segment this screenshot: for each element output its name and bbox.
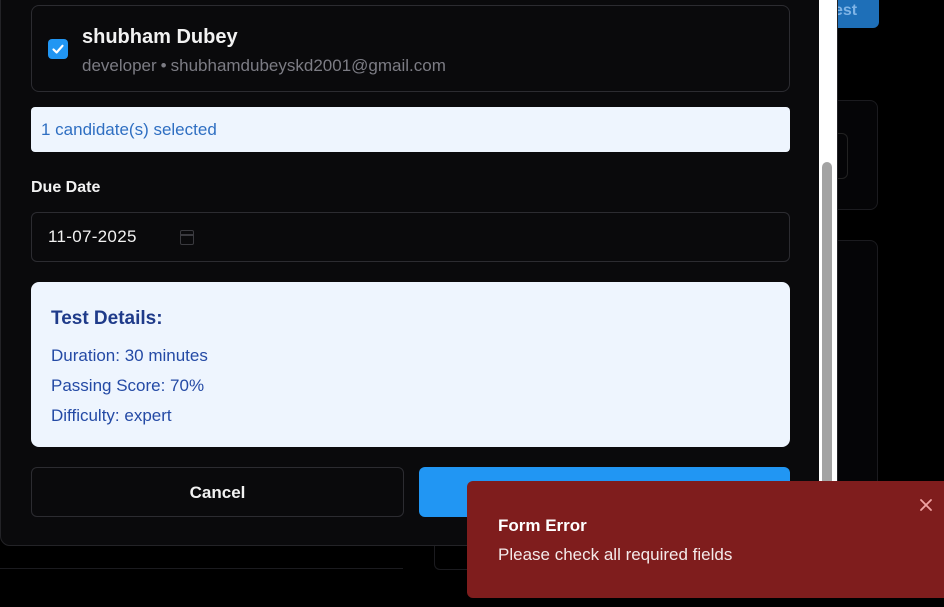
due-date-value: 11-07-2025 bbox=[48, 227, 137, 246]
test-difficulty: Difficulty: expert bbox=[51, 406, 172, 425]
cancel-button[interactable]: Cancel bbox=[31, 467, 404, 517]
toast-title: Form Error bbox=[498, 516, 587, 535]
selection-summary: 1 candidate(s) selected bbox=[31, 107, 790, 152]
due-date-input[interactable]: 11-07-2025 bbox=[31, 212, 790, 262]
candidate-name: shubham Dubey bbox=[82, 26, 238, 48]
test-details-card: Test Details: Duration: 30 minutes Passi… bbox=[31, 282, 790, 447]
calendar-icon[interactable] bbox=[180, 230, 194, 245]
background-divider bbox=[0, 568, 403, 569]
assign-test-modal: shubham Dubey developer • shubhamdubeyskd2… bbox=[0, 0, 838, 546]
test-duration: Duration: 30 minutes bbox=[51, 346, 208, 365]
separator-dot: • bbox=[160, 56, 167, 75]
scrollbar-track[interactable] bbox=[819, 0, 837, 545]
screen: est shubham Dubey developer • shubhamdubey… bbox=[0, 0, 944, 607]
error-toast: Form Error Please check all required fie… bbox=[467, 481, 944, 598]
candidate-email: shubhamdubeyskd2001@gmail.com bbox=[170, 56, 446, 75]
toast-message: Please check all required fields bbox=[498, 545, 733, 564]
candidate-role: developer bbox=[82, 56, 157, 75]
close-icon[interactable] bbox=[915, 495, 937, 517]
test-details-title: Test Details: bbox=[51, 308, 163, 329]
candidate-details: developer • shubhamdubeyskd2001@gmail.com bbox=[82, 56, 446, 76]
check-icon bbox=[52, 44, 64, 54]
candidate-card[interactable]: shubham Dubey developer • shubhamdubeyskd2… bbox=[31, 5, 790, 92]
close-icon-glyph bbox=[920, 499, 932, 511]
due-date-label: Due Date bbox=[31, 179, 101, 196]
candidate-checkbox[interactable] bbox=[48, 39, 68, 59]
test-passing-score: Passing Score: 70% bbox=[51, 376, 205, 395]
